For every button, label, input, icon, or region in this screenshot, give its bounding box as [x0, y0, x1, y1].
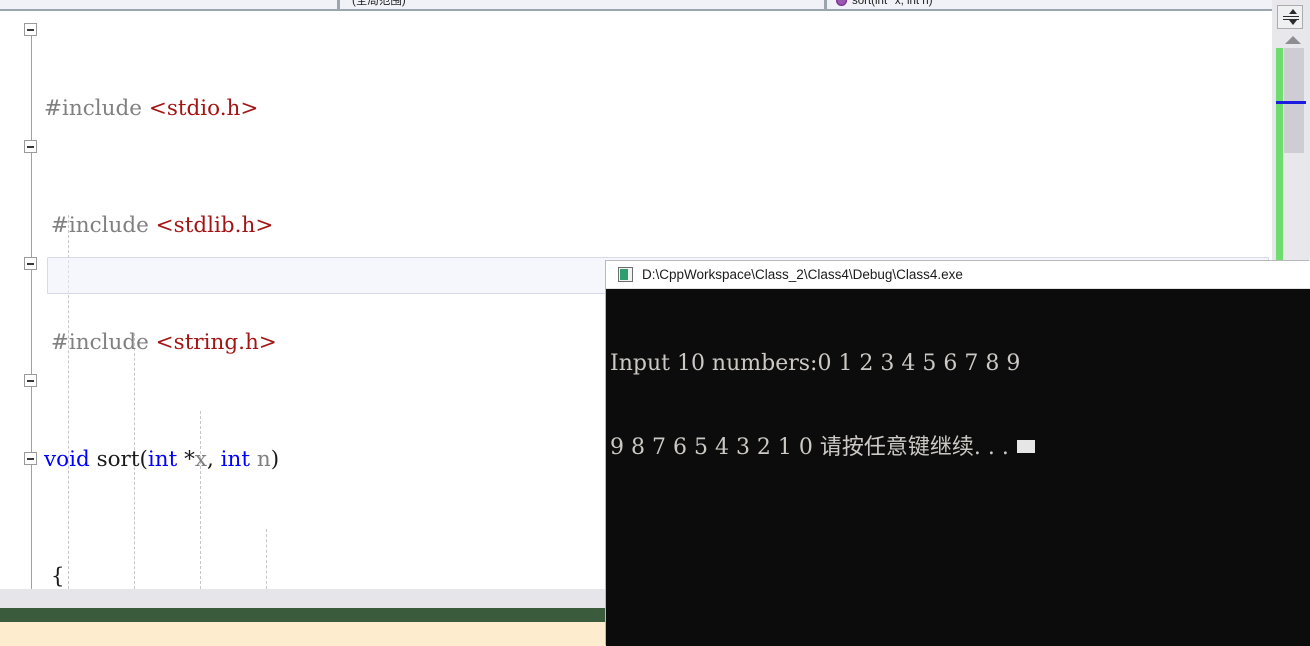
code-token-keyword: int: [220, 447, 251, 472]
code-line[interactable]: #include <stdio.h>: [44, 89, 1272, 128]
split-arrow-down-icon: [1289, 20, 1297, 25]
code-token-plain: ,: [206, 447, 221, 472]
console-window[interactable]: D:\CppWorkspace\Class_2\Class4\Debug\Cla…: [606, 261, 1310, 646]
outline-rail-includes: [31, 35, 32, 141]
console-title-bar[interactable]: D:\CppWorkspace\Class_2\Class4\Debug\Cla…: [606, 261, 1310, 289]
block-cursor: [1016, 440, 1035, 453]
outlining-margin[interactable]: [0, 11, 44, 589]
console-window-icon: [618, 267, 633, 282]
code-token-keyword: int: [147, 447, 178, 472]
console-title-text: D:\CppWorkspace\Class_2\Class4\Debug\Cla…: [642, 267, 963, 282]
editor-navigation-bar: (全局范围) sort(int *x, int n): [0, 0, 1310, 11]
console-line-wrapper: 9 8 7 6 5 4 3 2 1 0 请按任意键继续. . .: [610, 434, 1310, 462]
code-token-variable: x: [194, 447, 207, 472]
split-bar-1: [1283, 16, 1299, 17]
code-line[interactable]: #include <stdlib.h>: [44, 206, 1272, 245]
code-token-include-path: <string.h>: [155, 330, 277, 355]
split-pane-icon[interactable]: [1277, 5, 1303, 29]
code-token-plain: *: [177, 447, 195, 472]
caret-position-marker: [1276, 101, 1306, 104]
collapse-toggle-function-sort[interactable]: [24, 140, 37, 153]
code-token-preprocessor: #include: [44, 330, 156, 355]
application-window: (全局范围) sort(int *x, int n) #include <std…: [0, 0, 1310, 646]
navbar-divider-1: [337, 0, 340, 9]
code-token-plain: sort(: [89, 447, 148, 472]
scope-dropdown-label: (全局范围): [352, 0, 406, 7]
code-token-preprocessor: #include: [44, 213, 156, 238]
member-dropdown-label: sort(int *x, int n): [852, 0, 933, 7]
collapse-toggle-for-inner[interactable]: [24, 374, 37, 387]
code-token-include-path: <stdio.h>: [148, 96, 259, 121]
console-line: 9 8 7 6 5 4 3 2 1 0 请按任意键继续. . .: [610, 435, 1009, 460]
code-token-plain: ): [270, 447, 280, 472]
code-token-plain: {: [44, 564, 65, 589]
code-token-preprocessor: #include: [44, 96, 149, 121]
collapse-toggle-for-outer[interactable]: [24, 257, 37, 270]
outline-rail-function: [31, 153, 32, 589]
console-line: Input 10 numbers:0 1 2 3 4 5 6 7 8 9: [610, 351, 1021, 376]
code-token-variable: n: [256, 447, 271, 472]
member-dropdown[interactable]: sort(int *x, int n): [836, 0, 933, 9]
code-token-include-path: <stdlib.h>: [155, 213, 274, 238]
scope-dropdown[interactable]: (全局范围): [352, 0, 406, 9]
code-token-keyword: void: [44, 447, 90, 472]
collapse-toggle-include-block[interactable]: [24, 23, 37, 36]
split-arrow-up-icon: [1289, 9, 1297, 14]
console-output[interactable]: Input 10 numbers:0 1 2 3 4 5 6 7 8 9 9 8…: [606, 289, 1310, 646]
collapse-toggle-if-block[interactable]: [24, 452, 37, 465]
method-purple-icon: [836, 0, 847, 6]
scroll-up-arrow-icon[interactable]: [1285, 36, 1301, 44]
navbar-divider-2: [824, 0, 827, 9]
